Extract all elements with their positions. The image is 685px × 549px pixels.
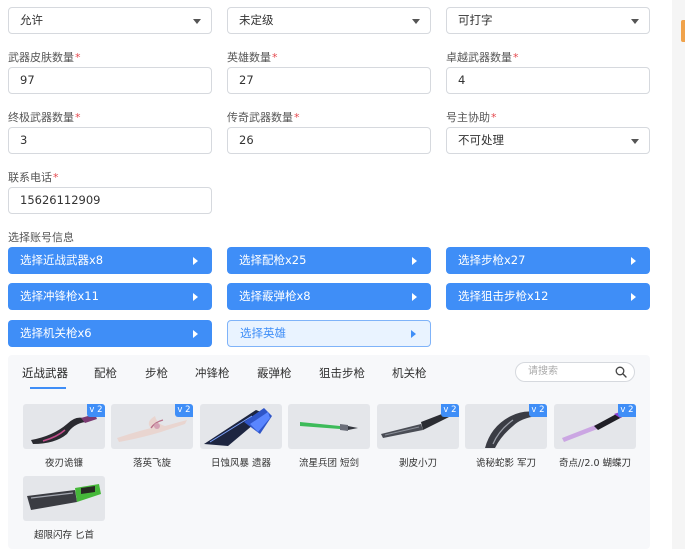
chevron-right-icon	[412, 293, 417, 301]
select-rifle-button[interactable]: 选择步枪x27	[446, 247, 650, 274]
version-badge: v 2	[529, 404, 547, 417]
right-scroll-rail	[672, 0, 685, 549]
tab-sniper[interactable]: 狙击步枪	[319, 365, 365, 381]
chat-select[interactable]: 可打字	[446, 7, 650, 34]
owner-assist-select[interactable]: 不可处理	[446, 127, 650, 154]
chevron-right-icon	[193, 330, 198, 338]
account-section-label: 选择账号信息	[8, 231, 74, 244]
unbinding-select[interactable]: 允许	[8, 7, 212, 34]
legendary-weapons-input[interactable]: 26	[227, 127, 431, 154]
weapon-name: 夜刃诡镰	[44, 458, 83, 469]
heroes-input[interactable]: 27	[227, 67, 431, 94]
ultimate-weapons-input[interactable]: 3	[8, 127, 212, 154]
chevron-down-icon	[631, 139, 639, 144]
chevron-down-icon	[193, 19, 201, 24]
tab-rifle[interactable]: 步枪	[145, 365, 168, 381]
legendary-weapons-label: 传奇武器数量*	[227, 111, 300, 124]
tab-machinegun[interactable]: 机关枪	[392, 365, 427, 381]
active-tab-indicator	[30, 387, 66, 389]
select-smg-button[interactable]: 选择冲锋枪x11	[8, 283, 212, 310]
chevron-down-icon	[631, 19, 639, 24]
chevron-down-icon	[412, 19, 420, 24]
tab-smg[interactable]: 冲锋枪	[195, 365, 230, 381]
select-machinegun-button[interactable]: 选择机关枪x6	[8, 320, 212, 347]
phone-input[interactable]: 15626112909	[8, 187, 212, 214]
select-melee-button[interactable]: 选择近战武器x8	[8, 247, 212, 274]
chevron-right-icon	[411, 330, 416, 338]
tab-sidearm[interactable]: 配枪	[94, 365, 117, 381]
search-input[interactable]: 请搜索	[515, 362, 635, 382]
exclusive-weapons-label: 卓越武器数量*	[446, 51, 519, 64]
knife-image	[300, 422, 358, 431]
version-badge: v 2	[87, 404, 105, 417]
select-hero-button[interactable]: 选择英雄	[227, 320, 431, 347]
weapon-thumbnail	[200, 404, 282, 449]
select-value: 可打字	[458, 13, 493, 27]
ultimate-weapons-label: 终极武器数量*	[8, 111, 81, 124]
chevron-right-icon	[193, 293, 198, 301]
chevron-right-icon	[193, 257, 198, 265]
exclusive-weapons-input[interactable]: 4	[446, 67, 650, 94]
weapon-thumbnail	[288, 404, 370, 449]
version-badge: v 2	[175, 404, 193, 417]
weapon-skins-label: 武器皮肤数量*	[8, 51, 81, 64]
weapon-name: 超限闪存 匕首	[33, 530, 95, 541]
owner-assist-label: 号主协助*	[446, 111, 497, 124]
weapon-tabs: 近战武器 配枪 步枪 冲锋枪 霰弹枪 狙击步枪 机关枪 请搜索	[8, 355, 650, 389]
chevron-right-icon	[412, 257, 417, 265]
search-icon[interactable]	[615, 366, 627, 378]
side-accent-tab[interactable]	[681, 20, 685, 42]
phone-label: 联系电话*	[8, 171, 59, 184]
tab-shotgun[interactable]: 霰弹枪	[257, 365, 292, 381]
tab-melee[interactable]: 近战武器	[22, 365, 68, 381]
weapon-name: 奇点//2.0 蝴蝶刀	[558, 458, 632, 469]
chevron-right-icon	[631, 257, 636, 265]
select-shotgun-button[interactable]: 选择霰弹枪x8	[227, 283, 431, 310]
weapon-name: 剥皮小刀	[398, 458, 437, 469]
version-badge: v 2	[441, 404, 459, 417]
select-value: 允许	[20, 13, 43, 27]
select-value: 未定级	[239, 13, 274, 27]
weapon-skins-input[interactable]: 97	[8, 67, 212, 94]
select-sidearm-button[interactable]: 选择配枪x25	[227, 247, 431, 274]
weapon-thumbnail	[23, 476, 105, 521]
knife-image	[27, 484, 101, 510]
weapon-panel: 近战武器 配枪 步枪 冲锋枪 霰弹枪 狙击步枪 机关枪 请搜索 v 2 夜刃诡镰	[8, 355, 650, 549]
knife-image	[204, 408, 272, 446]
weapon-name: 日蚀风暴 遗器	[210, 458, 272, 469]
heroes-label: 英雄数量*	[227, 51, 278, 64]
rank-select[interactable]: 未定级	[227, 7, 431, 34]
weapon-name: 落英飞旋	[132, 458, 171, 469]
weapon-name: 诡秘蛇影 军刀	[475, 458, 537, 469]
select-sniper-button[interactable]: 选择狙击步枪x12	[446, 283, 650, 310]
chevron-right-icon	[631, 293, 636, 301]
weapon-name: 流星兵团 短剑	[298, 458, 360, 469]
version-badge: v 2	[618, 404, 636, 417]
